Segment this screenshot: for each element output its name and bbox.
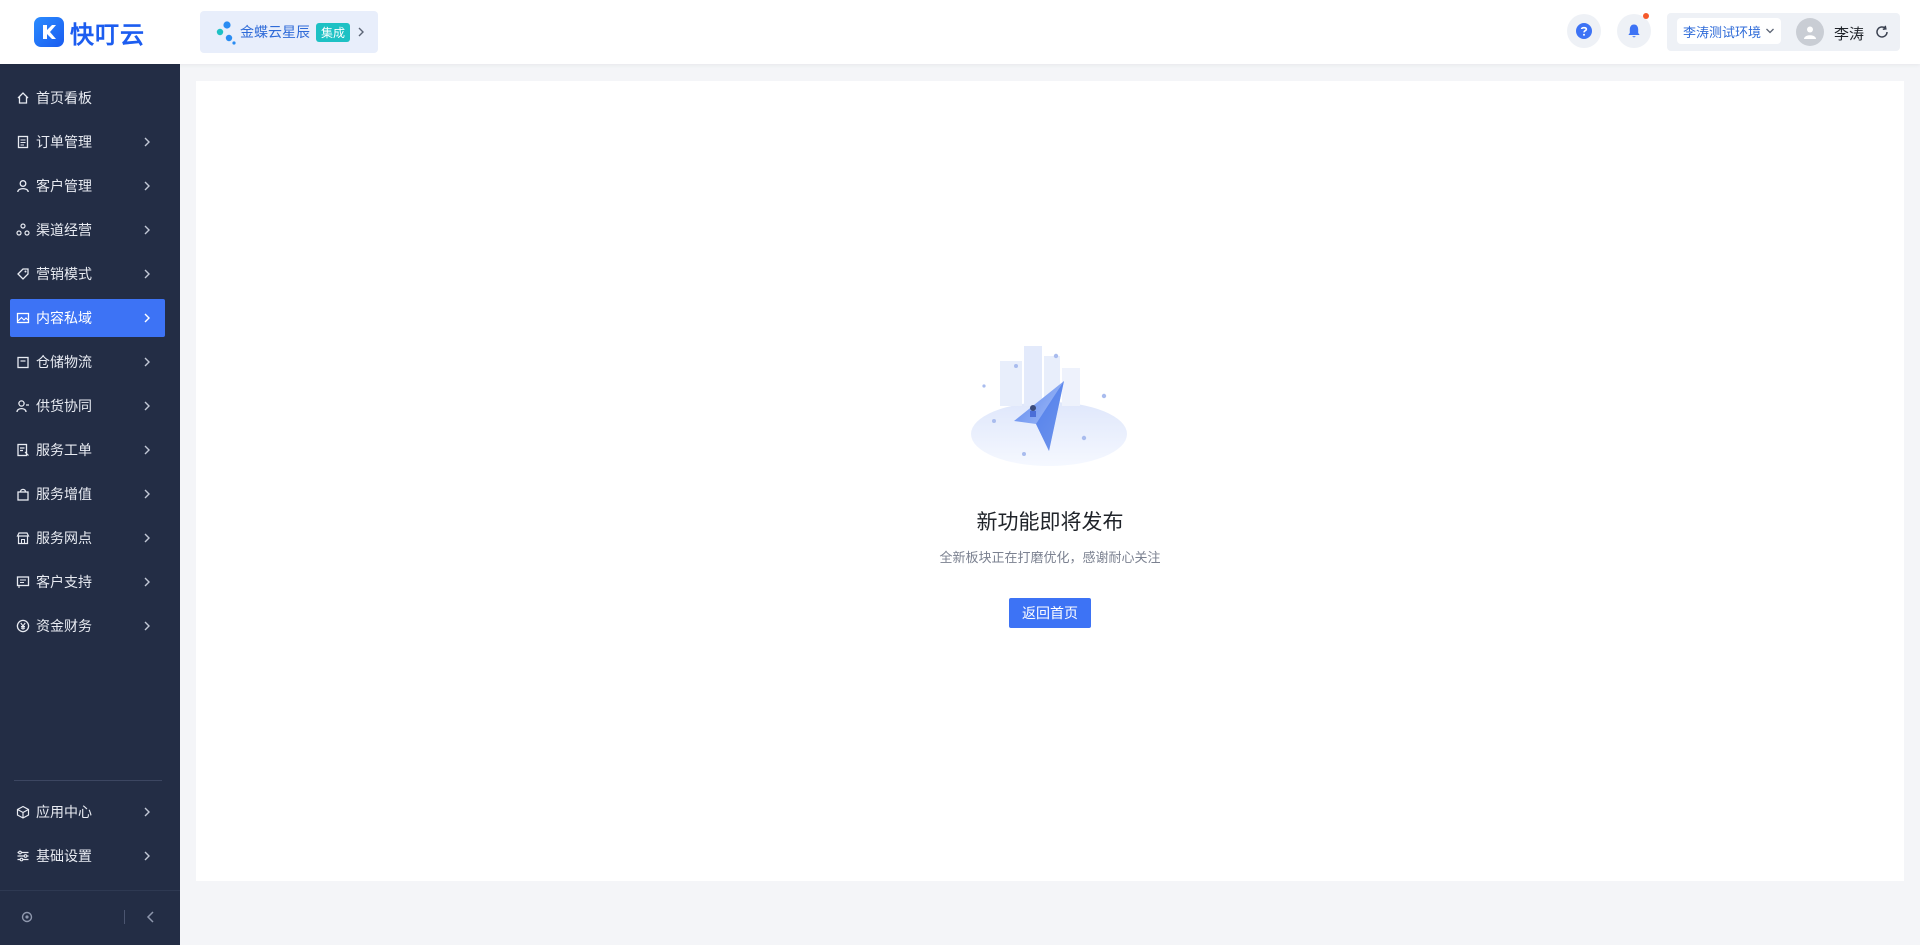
sidebar-item-label: 应用中心 [36, 805, 92, 821]
sidebar-item-label: 客户支持 [36, 575, 92, 591]
chevron-right-icon [144, 181, 150, 191]
integration-switcher[interactable]: 金蝶云星辰 集成 [200, 11, 378, 53]
empty-state-description: 全新板块正在打磨优化，感谢耐心关注 [939, 551, 1161, 566]
sidebar-item-7[interactable]: 仓储物流 [10, 343, 165, 381]
help-button[interactable] [1567, 14, 1601, 48]
sidebar-item-label: 订单管理 [36, 135, 92, 151]
sidebar-item-label: 基础设置 [36, 849, 92, 865]
collapse-sidebar-icon[interactable] [146, 911, 156, 923]
empty-state-title: 新功能即将发布 [976, 510, 1124, 534]
sidebar-item-2[interactable]: 订单管理 [10, 123, 165, 161]
chevron-right-icon [144, 445, 150, 455]
order-icon [17, 135, 29, 149]
user-avatar-icon [1804, 26, 1816, 39]
yuan-icon [16, 619, 30, 633]
chevron-right-icon [144, 577, 150, 587]
sidebar-item-12[interactable]: 客户支持 [10, 563, 165, 601]
channel-icon [16, 223, 30, 236]
bag-icon [17, 488, 29, 501]
cube-icon [16, 805, 30, 819]
chevron-down-icon [1766, 28, 1774, 34]
supplier-icon [16, 400, 29, 413]
chevron-right-icon [144, 621, 150, 631]
refresh-icon[interactable] [1874, 24, 1890, 40]
store-icon [16, 532, 30, 545]
sidebar-item-label: 服务工单 [36, 443, 92, 459]
sidebar-item-1[interactable]: 首页看板 [10, 79, 165, 117]
bell-icon [1628, 24, 1640, 38]
sidebar-item-9[interactable]: 服务工单 [10, 431, 165, 469]
sidebar-item-label: 内容私域 [36, 311, 92, 327]
sidebar-item-5[interactable]: 营销模式 [10, 255, 165, 293]
environment-label: 李涛测试环境 [1682, 25, 1761, 41]
help-icon [1576, 23, 1592, 39]
chevron-right-icon [144, 489, 150, 499]
sidebar-footer-separator [124, 910, 125, 924]
chevron-right-icon [144, 401, 150, 411]
brand-logo[interactable]: 快叮云 [34, 16, 145, 49]
sidebar-item-label: 服务网点 [36, 531, 92, 547]
sidebar-footer-divider [0, 890, 180, 891]
chevron-right-icon [144, 269, 150, 279]
integration-name: 金蝶云星辰 [240, 25, 310, 41]
sidebar-item-11[interactable]: 服务网点 [10, 519, 165, 557]
integration-badge: 集成 [316, 22, 351, 42]
integration-logo-icon [214, 19, 236, 45]
sidebar-item-label: 客户管理 [36, 179, 92, 195]
notification-dot [1643, 13, 1649, 19]
user-name: 李涛 [1834, 25, 1865, 43]
chevron-right-icon [144, 533, 150, 543]
paper-plane-illustration [971, 346, 1127, 466]
sidebar-item-label: 供货协同 [36, 399, 92, 415]
sidebar: 首页看板订单管理客户管理渠道经营营销模式内容私域仓储物流供货协同服务工单服务增值… [0, 64, 180, 945]
environment-select[interactable]: 李涛测试环境 [1677, 18, 1781, 44]
chevron-right-icon [144, 137, 150, 147]
sidebar-item-1-bottom[interactable]: 应用中心 [10, 793, 165, 831]
tag-icon [17, 268, 29, 280]
chevron-right-icon [144, 357, 150, 367]
sidebar-item-label: 首页看板 [36, 91, 92, 107]
sidebar-item-13[interactable]: 资金财务 [10, 607, 165, 645]
chevron-right-icon [144, 225, 150, 235]
sidebar-divider [14, 780, 162, 781]
sidebar-item-label: 仓储物流 [36, 355, 92, 371]
brand-mark-icon [34, 17, 64, 47]
top-header: 快叮云 金蝶云星辰 集成 李涛测试环境 李涛 [0, 0, 1920, 64]
support-icon [16, 576, 30, 588]
settings-icon [17, 850, 29, 862]
image-icon [16, 312, 30, 324]
home-icon [17, 92, 29, 104]
avatar[interactable] [1796, 18, 1824, 46]
sidebar-item-8[interactable]: 供货协同 [10, 387, 165, 425]
gear-icon[interactable] [20, 910, 34, 924]
sidebar-item-3[interactable]: 客户管理 [10, 167, 165, 205]
back-home-button[interactable]: 返回首页 [1009, 598, 1091, 628]
user-icon [17, 180, 29, 193]
user-panel: 李涛测试环境 李涛 [1667, 13, 1900, 51]
sidebar-item-label: 渠道经营 [36, 223, 92, 239]
sidebar-item-label: 服务增值 [36, 487, 92, 503]
sidebar-item-4[interactable]: 渠道经营 [10, 211, 165, 249]
chevron-right-icon [358, 27, 365, 37]
sidebar-item-10[interactable]: 服务增值 [10, 475, 165, 513]
sidebar-item-6[interactable]: 内容私域 [10, 299, 165, 337]
workorder-icon [17, 443, 29, 457]
sidebar-item-label: 营销模式 [36, 267, 92, 283]
chevron-right-icon [144, 851, 150, 861]
notifications-button[interactable] [1617, 13, 1651, 48]
chevron-right-icon [144, 313, 150, 323]
brand-name: 快叮云 [70, 20, 145, 49]
chevron-right-icon [144, 807, 150, 817]
warehouse-icon [17, 356, 29, 369]
sidebar-item-2-bottom[interactable]: 基础设置 [10, 837, 165, 875]
sidebar-item-label: 资金财务 [36, 619, 92, 635]
main-panel: 新功能即将发布 全新板块正在打磨优化，感谢耐心关注 返回首页 [196, 81, 1904, 881]
